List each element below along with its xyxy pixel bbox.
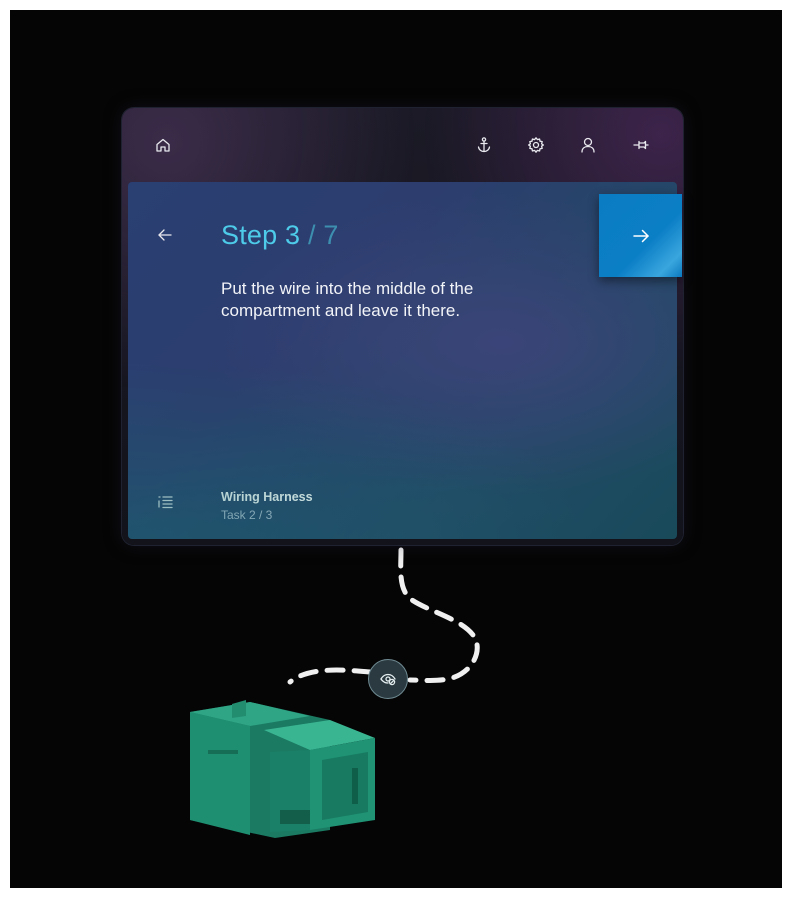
anchor-icon[interactable] <box>467 128 501 162</box>
task-progress: Task 2 / 3 <box>221 508 273 522</box>
connector-3d-model <box>190 700 375 838</box>
arrow-left-icon[interactable] <box>148 218 182 252</box>
pin-icon[interactable] <box>624 128 658 162</box>
step-total: / 7 <box>300 220 339 250</box>
home-icon[interactable] <box>146 128 180 162</box>
eye-hidden-icon <box>380 673 396 686</box>
step-card: Step 3 / 7 Put the wire into the middle … <box>128 182 677 539</box>
step-title: Step 3 / 7 <box>221 220 339 251</box>
person-icon[interactable] <box>571 128 605 162</box>
slate-toolbar <box>122 108 683 182</box>
arrow-right-icon <box>632 229 649 242</box>
step-current: Step 3 <box>221 220 301 250</box>
hologram-slate: Step 3 / 7 Put the wire into the middle … <box>122 108 683 545</box>
task-name: Wiring Harness <box>221 490 313 504</box>
list-icon[interactable] <box>148 485 182 519</box>
gear-icon[interactable] <box>519 128 553 162</box>
next-step-button[interactable] <box>599 194 682 277</box>
mixed-reality-scene: Step 3 / 7 Put the wire into the middle … <box>10 10 782 888</box>
step-instruction: Put the wire into the middle of the comp… <box>221 279 474 320</box>
